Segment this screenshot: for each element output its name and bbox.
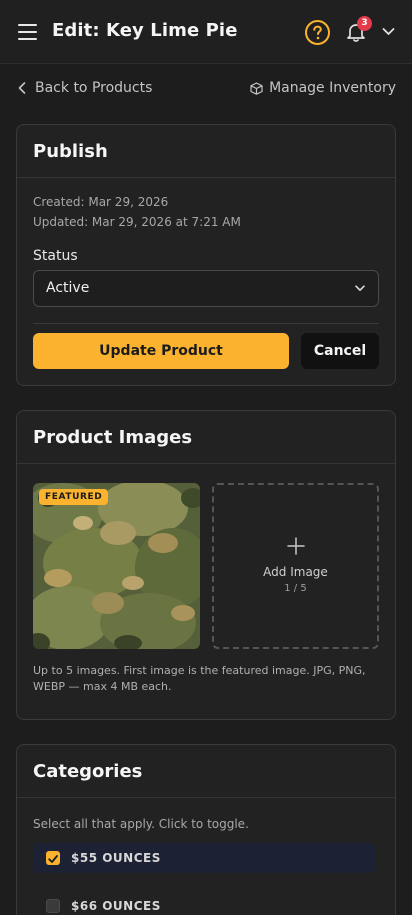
publish-card: Publish Created: Mar 29, 2026 Updated: M… [16,124,396,386]
plus-icon [287,537,305,555]
top-bar: Edit: Key Lime Pie 3 [0,0,412,64]
check-icon [48,855,58,863]
update-product-button[interactable]: Update Product [33,333,289,369]
cancel-button[interactable]: Cancel [301,333,379,369]
help-circle-icon[interactable] [304,19,331,46]
categories-header: Categories [17,745,395,798]
product-images-card: Product Images FEATURED Add Image 1 / 5 … [16,410,396,720]
checkbox-unchecked[interactable] [46,899,60,913]
categories-card: Categories Select all that apply. Click … [16,744,396,915]
updated-date: Updated: Mar 29, 2026 at 7:21 AM [33,215,241,229]
chevron-down-icon [355,285,365,291]
add-image-label: Add Image [263,565,328,579]
box-icon [250,81,263,95]
checkbox-checked[interactable] [46,851,60,865]
page-title: Edit: Key Lime Pie [52,20,238,41]
chevron-down-icon[interactable] [382,27,395,36]
categories-hint: Select all that apply. Click to toggle. [33,817,249,831]
category-item[interactable]: $55 OUNCES [33,843,375,873]
product-photo [33,483,200,649]
featured-badge: FEATURED [39,489,109,505]
status-select[interactable]: Active [33,270,379,307]
add-image-button[interactable]: Add Image 1 / 5 [212,483,379,649]
back-to-products-link[interactable]: Back to Products [18,80,152,96]
category-item[interactable]: $66 OUNCES [33,891,375,915]
product-images-title: Product Images [33,427,193,448]
manage-inventory-link[interactable]: Manage Inventory [250,80,396,96]
category-label: $55 OUNCES [71,851,161,865]
status-label: Status [33,248,78,264]
category-label: $66 OUNCES [71,899,161,913]
categories-title: Categories [33,761,143,782]
image-help-text: Up to 5 images. First image is the featu… [33,664,366,693]
publish-title: Publish [33,141,108,162]
created-date: Created: Mar 29, 2026 [33,195,169,209]
manage-inventory-label: Manage Inventory [269,80,396,96]
back-link-label: Back to Products [35,80,153,96]
notification-badge: 3 [357,16,372,31]
product-images-header: Product Images [17,411,395,464]
chevron-left-icon [18,82,26,94]
divider [33,323,379,324]
publish-card-header: Publish [17,125,395,178]
product-image-featured[interactable]: FEATURED [33,483,200,649]
menu-icon[interactable] [18,23,38,41]
image-count: 1 / 5 [284,583,307,594]
status-value: Active [46,280,90,296]
